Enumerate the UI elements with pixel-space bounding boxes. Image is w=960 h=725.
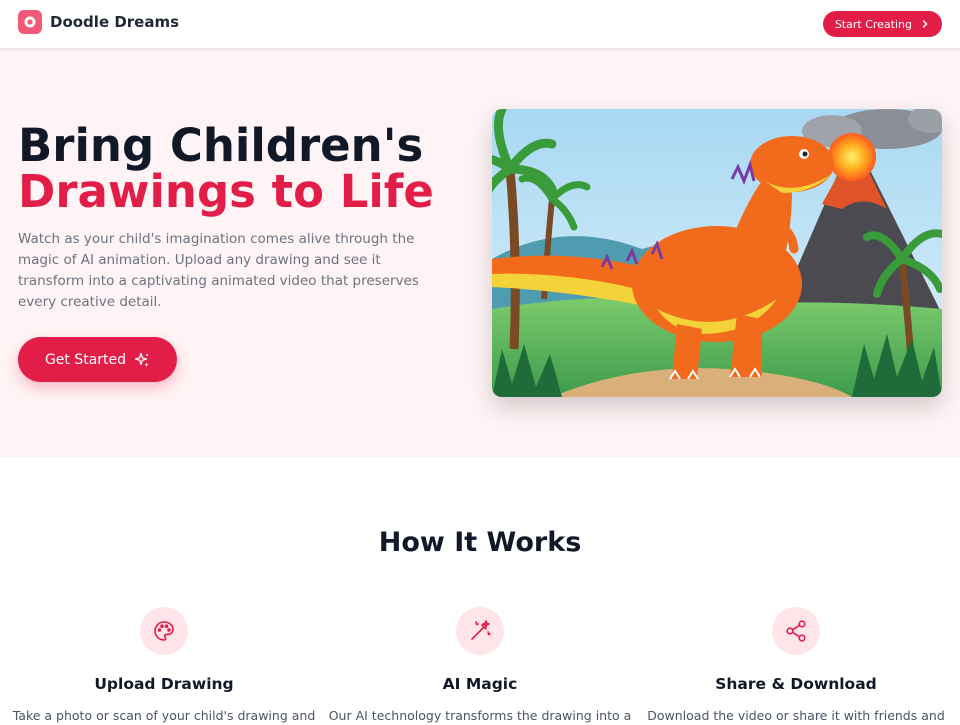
feature-share-download: Share & Download Download the video or s…	[638, 607, 954, 725]
sparkles-icon	[134, 352, 149, 367]
feature-title: Upload Drawing	[94, 675, 234, 693]
share-icon	[772, 607, 820, 655]
hero-dinosaur-image	[492, 109, 942, 397]
magic-wand-icon	[456, 607, 504, 655]
hero-title-line2: Drawings to Life	[18, 165, 434, 218]
brand-name: Doodle Dreams	[50, 13, 180, 31]
feature-title: AI Magic	[442, 675, 518, 693]
hero-description: Watch as your child's imagination comes …	[18, 231, 419, 310]
feature-upload-drawing: Upload Drawing Take a photo or scan of y…	[6, 607, 322, 725]
feature-description: Take a photo or scan of your child's dra…	[12, 708, 316, 723]
get-started-label: Get Started	[44, 351, 127, 368]
top-navbar: Doodle Dreams Start Creating	[0, 0, 960, 49]
hero-title-line1: Bring Children's	[18, 119, 424, 172]
hero-section: Bring Children's Drawings to Life Watch …	[0, 49, 960, 457]
start-creating-button[interactable]: Start Creating	[822, 11, 942, 37]
logo-icon	[18, 10, 42, 34]
feature-title: Share & Download	[715, 675, 877, 693]
feature-description: Our AI technology transforms the drawing…	[328, 708, 632, 723]
how-it-works-title: How It Works	[378, 527, 582, 558]
chevron-right-icon	[922, 20, 928, 28]
get-started-button[interactable]: Get Started	[18, 337, 177, 382]
brand[interactable]: Doodle Dreams	[18, 10, 179, 34]
feature-description: Download the video or share it with frie…	[647, 708, 945, 723]
hero-title: Bring Children's Drawings to Life	[18, 123, 434, 215]
feature-ai-magic: AI Magic Our AI technology transforms th…	[322, 607, 638, 725]
start-creating-label: Start Creating	[834, 17, 912, 31]
palette-icon	[140, 607, 188, 655]
